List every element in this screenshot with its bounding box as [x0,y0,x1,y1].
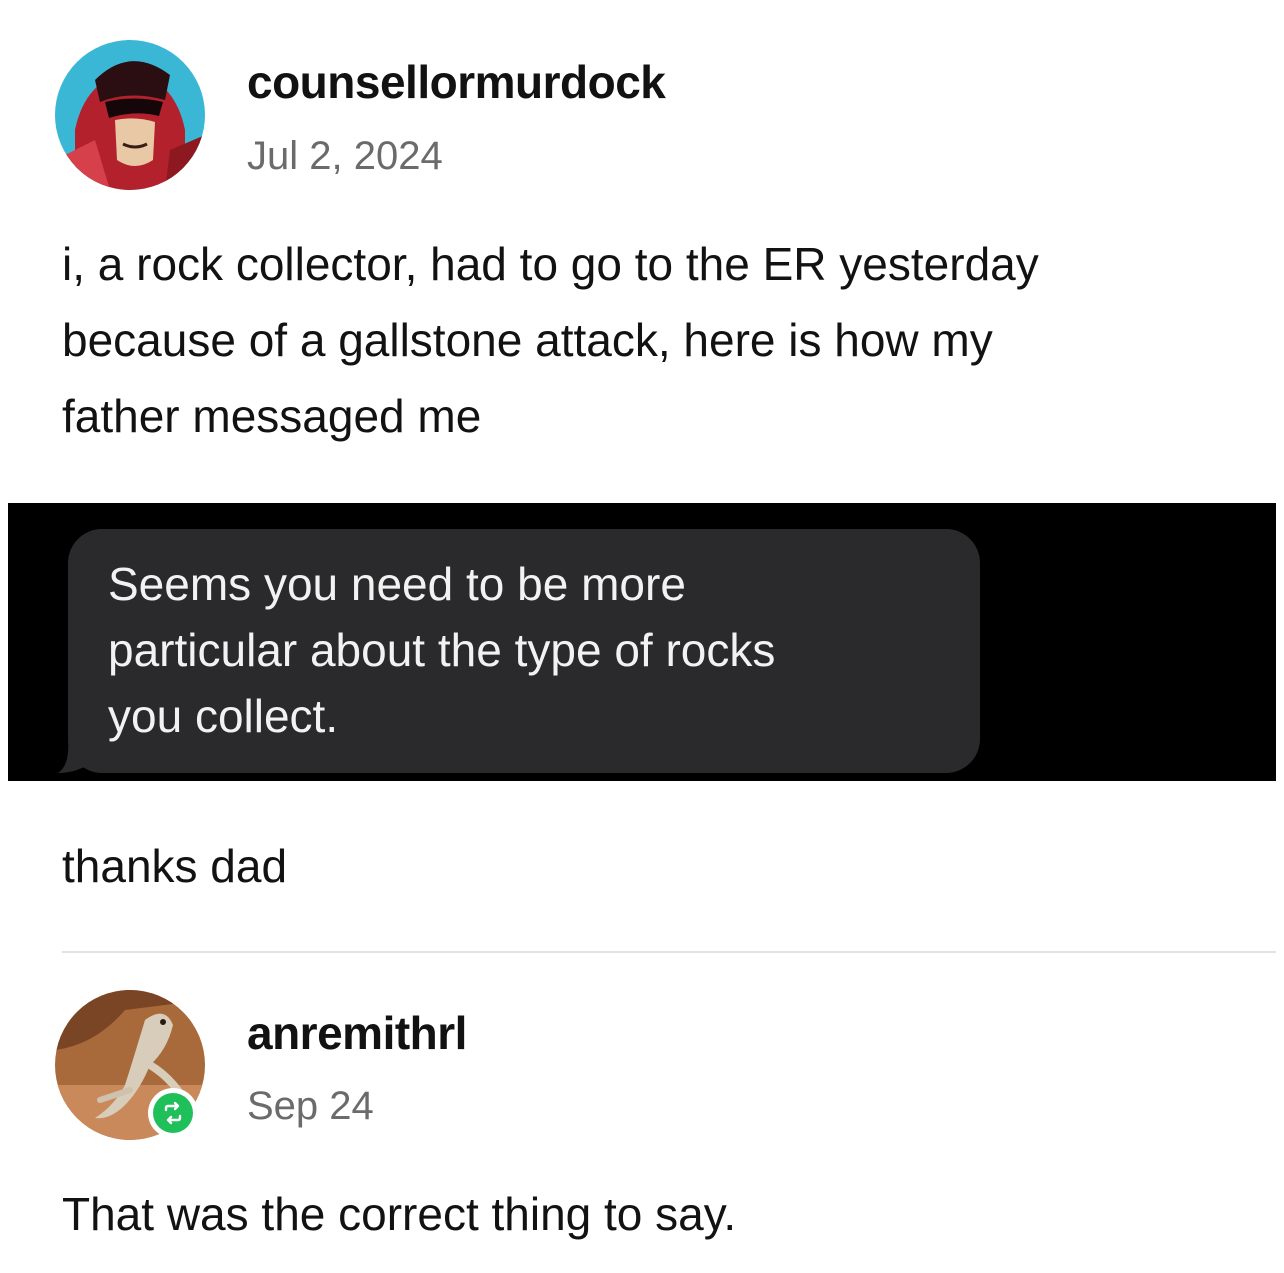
reply-divider [62,951,1276,953]
reply-date[interactable]: Sep 24 [247,1084,374,1129]
reblog-badge [148,1088,198,1138]
bubble-tail-icon [58,739,88,773]
post-text-line: father messaged me [62,390,482,442]
message-line: you collect. [108,690,339,742]
message-bubble: Seems you need to be more particular abo… [68,529,980,773]
post-text: i, a rock collector, had to go to the ER… [62,226,1039,454]
author-username[interactable]: counsellormurdock [247,55,666,109]
message-line: Seems you need to be more [108,558,686,610]
reblog-badge-fill [153,1093,193,1133]
author-avatar[interactable] [55,40,205,190]
reply-author-username[interactable]: anremithrl [247,1006,467,1060]
reply-text: That was the correct thing to say. [62,1188,737,1240]
message-screenshot: Seems you need to be more particular abo… [8,503,1276,781]
message-line: particular about the type of rocks [108,624,776,676]
daredevil-avatar-image [55,40,205,190]
post-text-line: i, a rock collector, had to go to the ER… [62,238,1039,290]
post-date[interactable]: Jul 2, 2024 [247,134,443,179]
message-text: Seems you need to be more particular abo… [108,551,775,749]
post-text-line: because of a gallstone attack, here is h… [62,314,993,366]
reblog-icon [164,1101,182,1125]
post-closing-text: thanks dad [62,840,288,892]
